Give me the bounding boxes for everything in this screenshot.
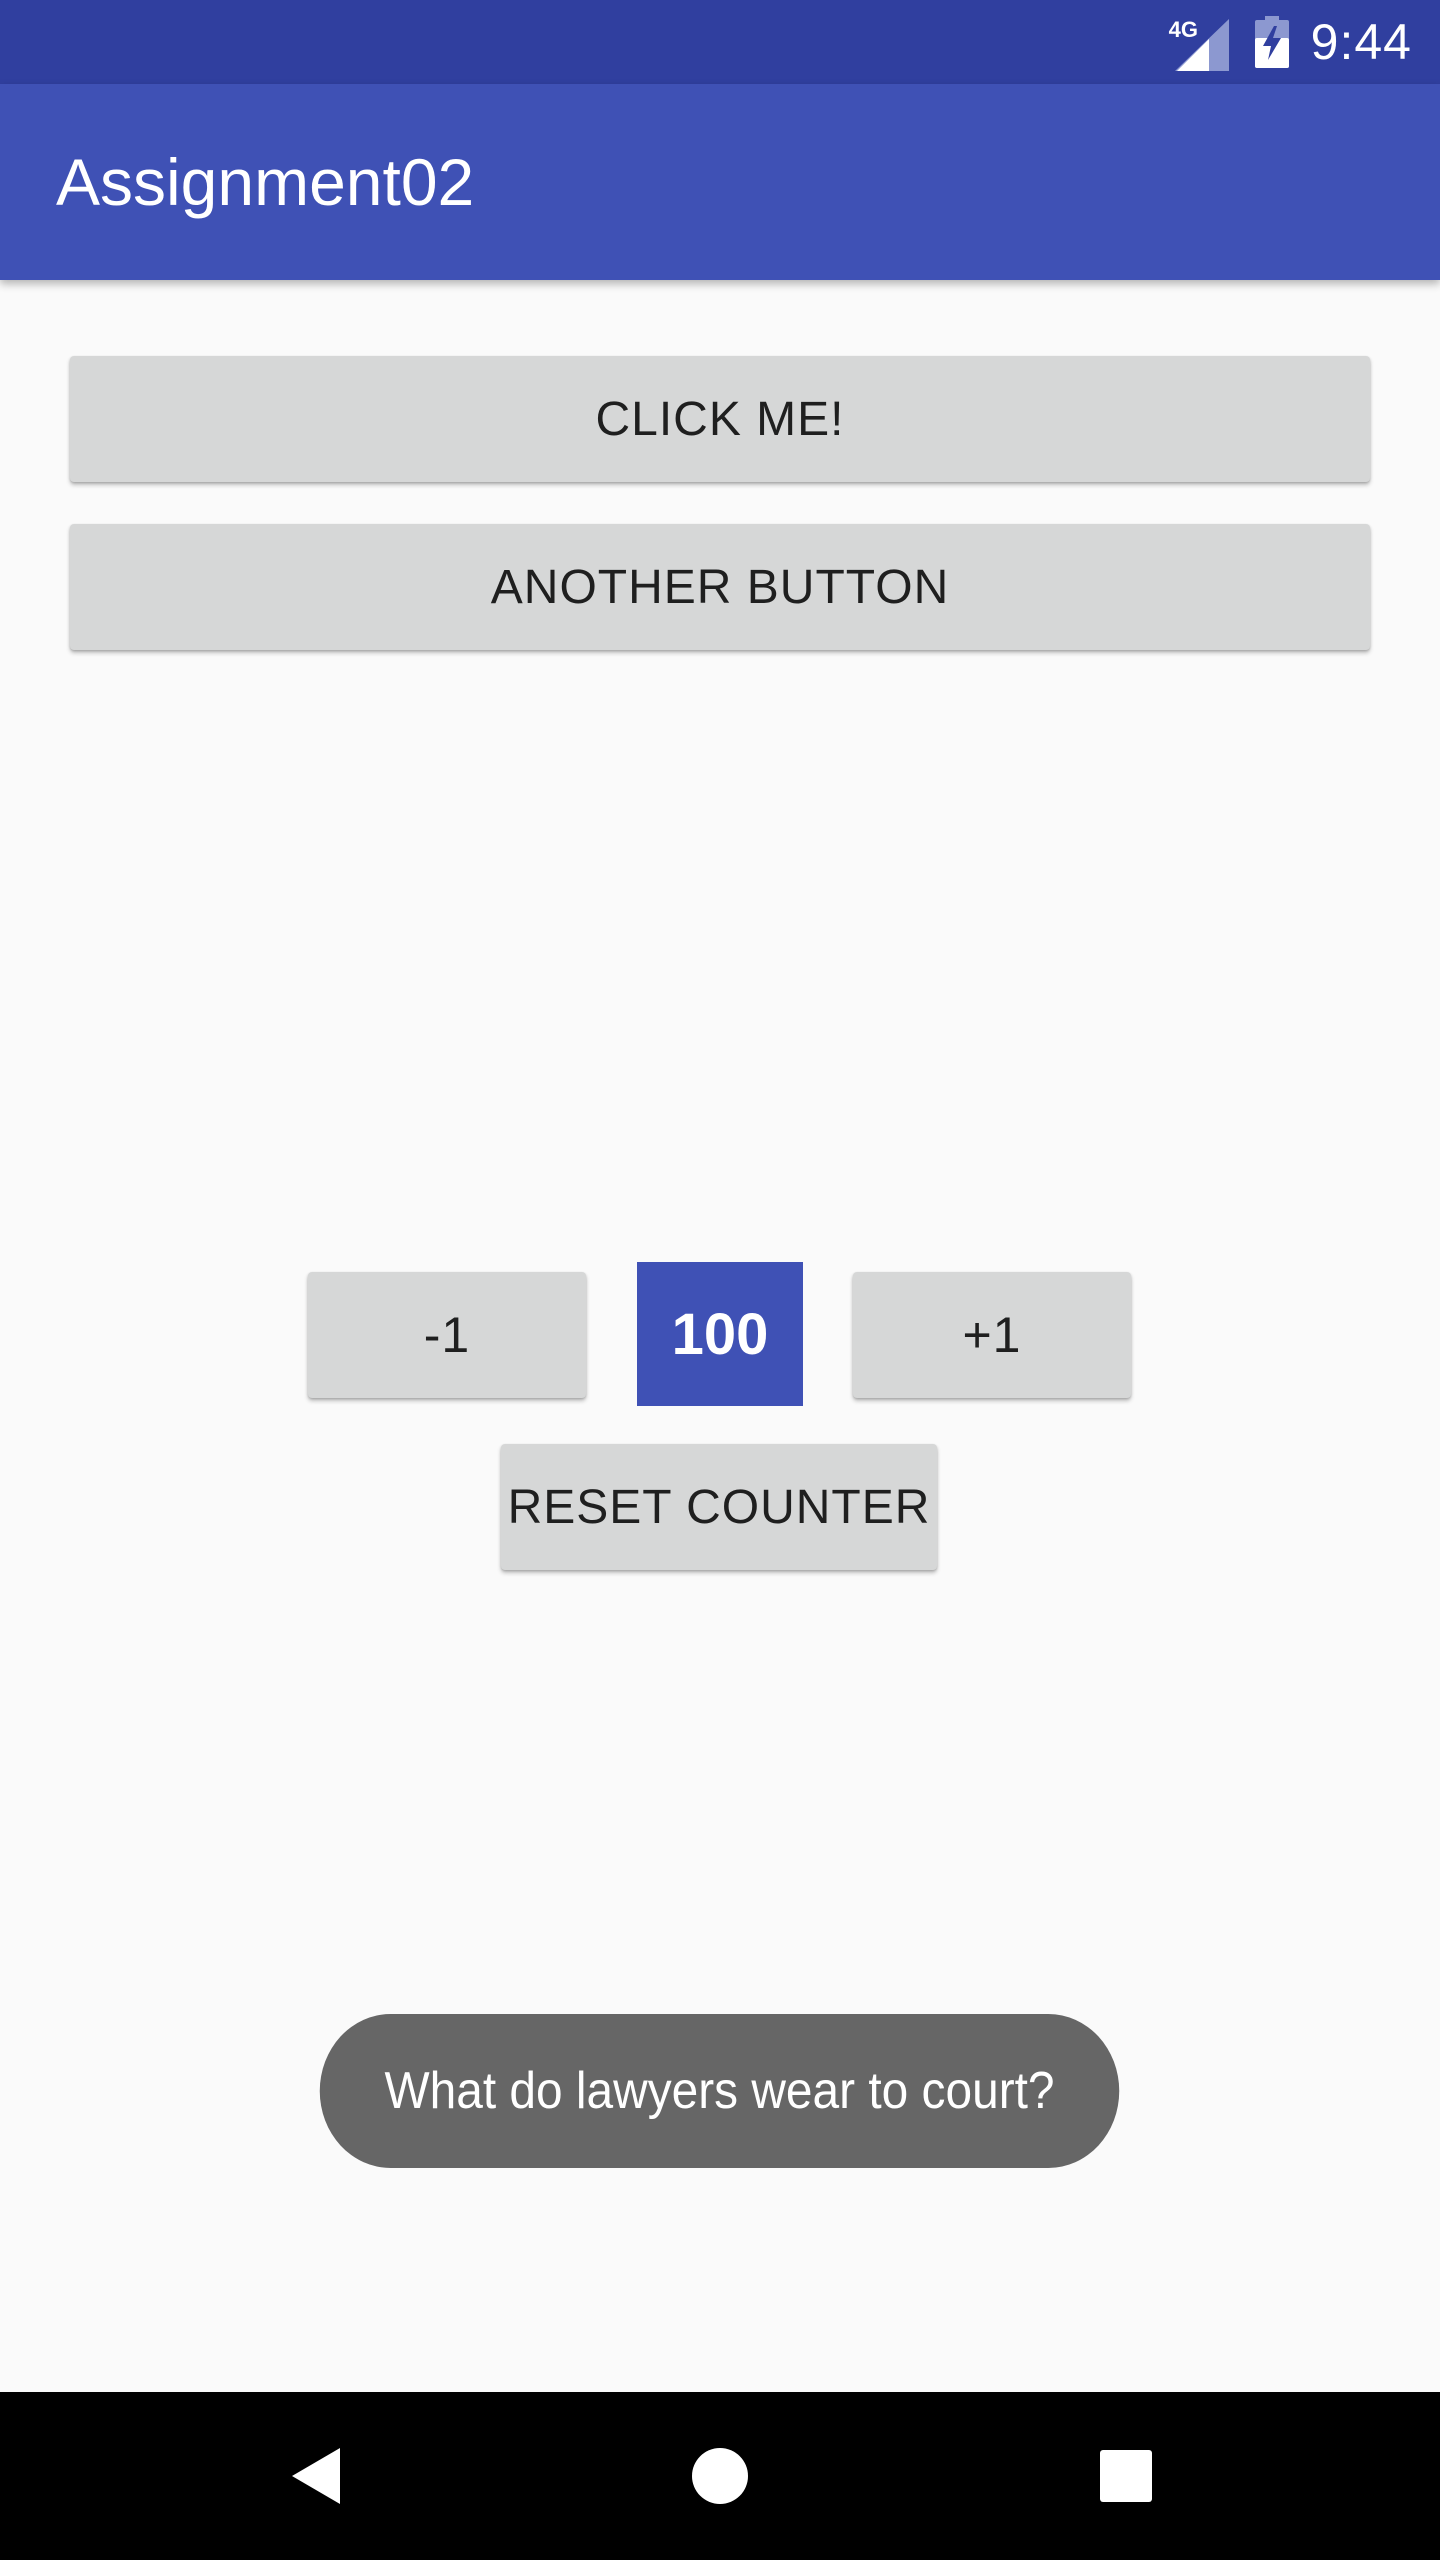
app-bar: Assignment02 <box>0 84 1440 280</box>
app-title: Assignment02 <box>56 145 475 219</box>
reset-counter-button[interactable]: RESET COUNTER <box>501 1444 937 1570</box>
another-button[interactable]: ANOTHER BUTTON <box>70 524 1370 650</box>
battery-charging-icon <box>1254 16 1289 68</box>
cell-signal-icon: 4G <box>1169 13 1229 71</box>
increment-button[interactable]: +1 <box>853 1272 1131 1398</box>
navigation-bar <box>0 2392 1440 2560</box>
toast-message: What do lawyers wear to court? <box>319 2014 1120 2168</box>
counter-value: 100 <box>637 1262 803 1406</box>
status-icons: 4G 9:44 <box>1169 0 1412 84</box>
click-me-button[interactable]: CLICK ME! <box>70 356 1370 482</box>
decrement-button[interactable]: -1 <box>308 1272 586 1398</box>
status-time: 9:44 <box>1310 14 1412 70</box>
back-icon[interactable] <box>274 2434 358 2518</box>
status-bar: 4G 9:44 <box>0 0 1440 84</box>
recents-icon[interactable] <box>1084 2434 1168 2518</box>
home-icon[interactable] <box>678 2434 762 2518</box>
